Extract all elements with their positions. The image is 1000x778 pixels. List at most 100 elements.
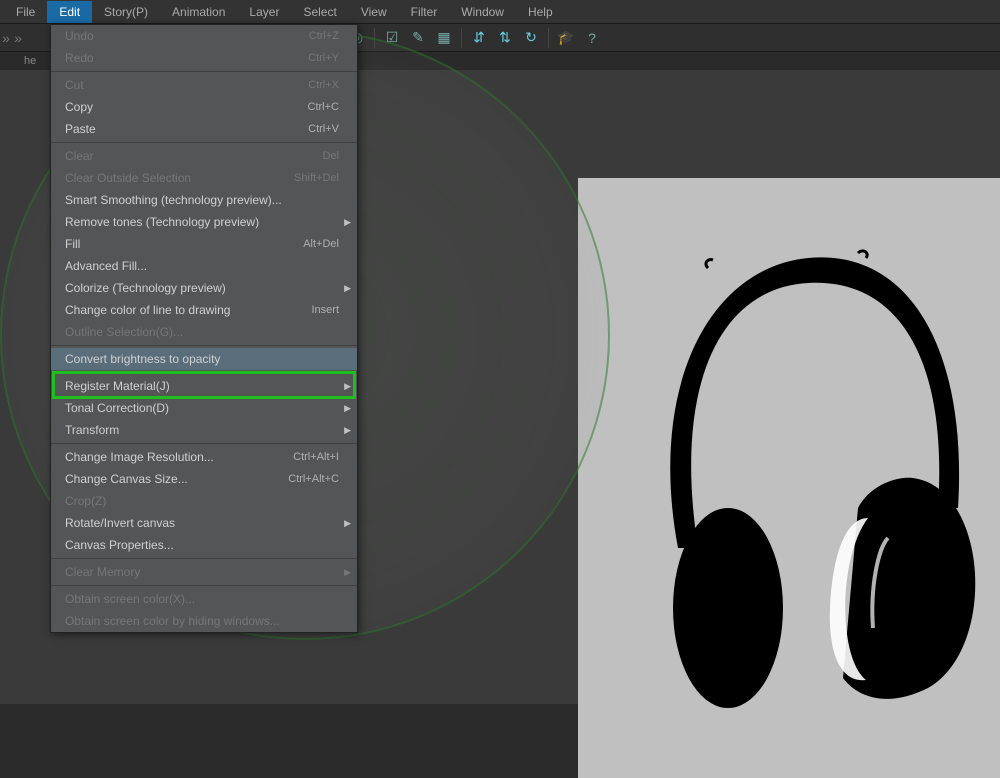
menubar-item-select[interactable]: Select (291, 1, 348, 23)
menu-item-change-canvas-size-[interactable]: Change Canvas Size... Ctrl+Alt+C (51, 468, 357, 490)
flip-v-icon[interactable]: ⇅ (494, 27, 516, 49)
menu-item-advanced-fill-[interactable]: Advanced Fill... (51, 255, 357, 277)
menubar-item-animation[interactable]: Animation (160, 1, 237, 23)
menu-separator (51, 558, 357, 559)
menu-item-smart-smoothing-technology-pre[interactable]: Smart Smoothing (technology preview)... (51, 189, 357, 211)
menu-item-clear: Clear Del (51, 145, 357, 167)
menu-item-obtain-screen-color-by-hiding-: Obtain screen color by hiding windows... (51, 610, 357, 632)
menubar-item-view[interactable]: View (349, 1, 399, 23)
menu-item-colorize-technology-preview-[interactable]: Colorize (Technology preview) ▶ (51, 277, 357, 299)
menu-item-obtain-screen-color-x-: Obtain screen color(X)... (51, 588, 357, 610)
menu-separator (51, 585, 357, 586)
chevron-right-icon: ▶ (344, 518, 351, 529)
menu-item-label: Crop(Z) (65, 494, 106, 508)
menu-item-label: Remove tones (Technology preview) (65, 215, 259, 229)
menu-separator (51, 443, 357, 444)
menu-item-label: Redo (65, 51, 94, 65)
menu-item-paste[interactable]: Paste Ctrl+V (51, 118, 357, 140)
menu-shortcut: Del (322, 150, 339, 162)
chevron-right-icon: ▶ (344, 217, 351, 228)
menu-item-label: Change Canvas Size... (65, 472, 188, 486)
menu-item-label: Clear (65, 149, 94, 163)
menu-item-convert-brightness-to-opacity[interactable]: Convert brightness to opacity (51, 348, 357, 370)
menu-separator (51, 142, 357, 143)
edit-menu-dropdown: UndoCtrl+ZRedoCtrl+Y Cut Ctrl+X Copy Ctrl+C P… (50, 24, 358, 633)
menu-item-label: Register Material(J) (65, 379, 170, 393)
menubar: FileEditStory(P)AnimationLayerSelectView… (0, 0, 1000, 24)
menubar-item-layer[interactable]: Layer (237, 1, 291, 23)
flip-h-icon[interactable]: ⇵ (468, 27, 490, 49)
menu-shortcut: Insert (311, 304, 339, 316)
menu-item-label: Advanced Fill... (65, 259, 147, 273)
chevron-right-icon: ▶ (344, 403, 351, 414)
menu-item-rotate-invert-canvas[interactable]: Rotate/Invert canvas ▶ (51, 512, 357, 534)
menu-item-label: Change color of line to drawing (65, 303, 230, 317)
menu-item-label: Clear Memory (65, 565, 140, 579)
menu-shortcut: Ctrl+V (308, 123, 339, 135)
menu-shortcut: Ctrl+Z (309, 30, 339, 42)
menu-item-label: Canvas Properties... (65, 538, 174, 552)
menu-separator (51, 372, 357, 373)
menu-item-label: Copy (65, 100, 93, 114)
separator (374, 28, 375, 48)
menu-item-label: Obtain screen color(X)... (65, 592, 195, 606)
menu-item-label: Paste (65, 122, 96, 136)
menu-item-label: Clear Outside Selection (65, 171, 191, 185)
menu-item-transform[interactable]: Transform ▶ (51, 419, 357, 441)
menu-shortcut: Ctrl+Alt+C (288, 473, 339, 485)
menu-item-label: Change Image Resolution... (65, 450, 214, 464)
help-icon[interactable]: ? (581, 27, 603, 49)
menu-item-register-material-j-[interactable]: Register Material(J) ▶ (51, 375, 357, 397)
menu-item-label: Outline Selection(G)... (65, 325, 183, 339)
nav-fwd-icon[interactable]: » (12, 28, 24, 48)
nav-back-icon[interactable]: » (0, 28, 12, 48)
canvas[interactable] (578, 178, 1000, 778)
menu-item-redo: RedoCtrl+Y (51, 47, 357, 69)
menu-item-copy[interactable]: Copy Ctrl+C (51, 96, 357, 118)
menu-shortcut: Shift+Del (294, 172, 339, 184)
menu-item-label: Cut (65, 78, 84, 92)
menu-shortcut: Ctrl+C (308, 101, 339, 113)
chevron-right-icon: ▶ (344, 283, 351, 294)
menubar-item-help[interactable]: Help (516, 1, 565, 23)
menubar-item-window[interactable]: Window (449, 1, 516, 23)
menu-item-remove-tones-technology-previe[interactable]: Remove tones (Technology preview) ▶ (51, 211, 357, 233)
menubar-item-file[interactable]: File (4, 1, 47, 23)
chevron-right-icon: ▶ (344, 567, 351, 578)
headphones-artwork (608, 208, 988, 708)
menu-item-crop-z-: Crop(Z) (51, 490, 357, 512)
chevron-right-icon: ▶ (344, 381, 351, 392)
header-text: he (24, 55, 36, 67)
menu-item-change-color-of-line-to-drawin[interactable]: Change color of line to drawing Insert (51, 299, 357, 321)
menu-separator (51, 345, 357, 346)
grad-cap-icon[interactable]: 🎓 (555, 27, 577, 49)
check-icon[interactable]: ☑ (381, 27, 403, 49)
menu-item-label: Colorize (Technology preview) (65, 281, 226, 295)
menu-separator (51, 71, 357, 72)
menu-shortcut: Ctrl+X (308, 79, 339, 91)
menubar-item-storyp[interactable]: Story(P) (92, 1, 160, 23)
pen-icon[interactable]: ✎ (407, 27, 429, 49)
menu-item-change-image-resolution-[interactable]: Change Image Resolution...Ctrl+Alt+I (51, 446, 357, 468)
menu-item-label: Obtain screen color by hiding windows... (65, 614, 280, 628)
grid-icon[interactable]: ▦ (433, 27, 455, 49)
menu-item-label: Transform (65, 423, 119, 437)
menu-item-clear-memory: Clear Memory ▶ (51, 561, 357, 583)
menubar-item-edit[interactable]: Edit (47, 1, 92, 23)
menu-item-label: Rotate/Invert canvas (65, 516, 175, 530)
chevron-right-icon: ▶ (344, 425, 351, 436)
menu-item-clear-outside-selection: Clear Outside Selection Shift+Del (51, 167, 357, 189)
menu-item-fill[interactable]: FillAlt+Del (51, 233, 357, 255)
separator (461, 28, 462, 48)
rotate-icon[interactable]: ↻ (520, 27, 542, 49)
menu-item-outline-selection-g-: Outline Selection(G)... (51, 321, 357, 343)
separator (548, 28, 549, 48)
menu-item-canvas-properties-[interactable]: Canvas Properties... (51, 534, 357, 556)
menu-item-label: Convert brightness to opacity (65, 352, 220, 366)
menubar-item-filter[interactable]: Filter (399, 1, 450, 23)
menu-item-undo: UndoCtrl+Z (51, 25, 357, 47)
menu-item-tonal-correction-d-[interactable]: Tonal Correction(D)▶ (51, 397, 357, 419)
menu-item-cut: Cut Ctrl+X (51, 74, 357, 96)
menu-item-label: Fill (65, 237, 80, 251)
menu-item-label: Smart Smoothing (technology preview)... (65, 193, 282, 207)
